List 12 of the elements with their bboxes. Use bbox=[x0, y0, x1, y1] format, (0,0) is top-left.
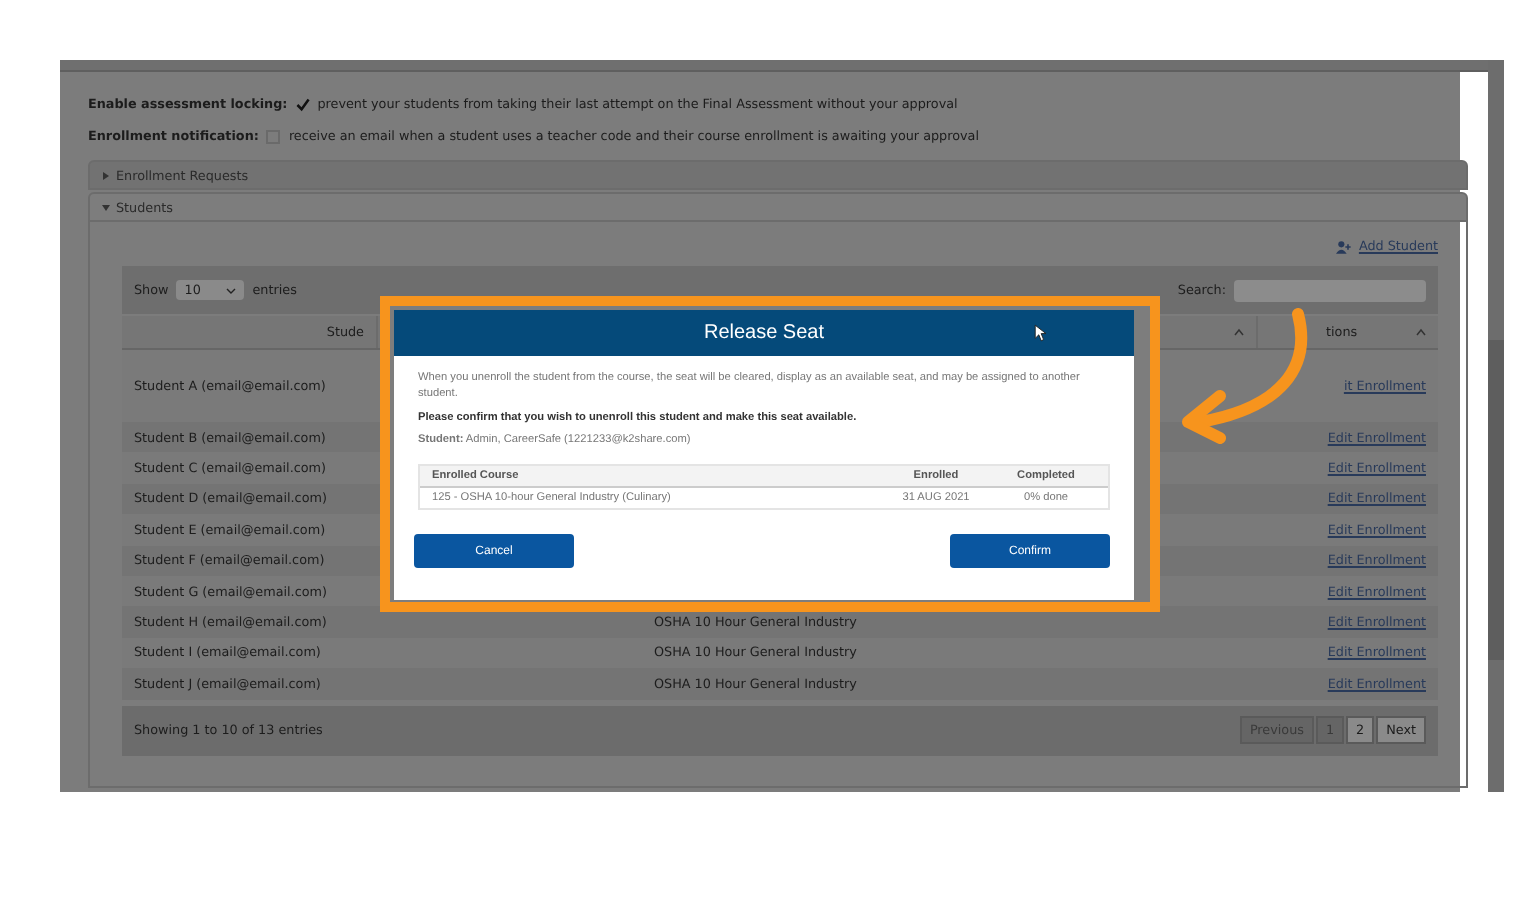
cursor-icon bbox=[1034, 324, 1046, 342]
checkmark-icon bbox=[295, 97, 310, 111]
checkbox[interactable] bbox=[295, 97, 310, 111]
chevron-down-icon bbox=[226, 287, 237, 293]
add-user-icon bbox=[1336, 239, 1353, 253]
caret-right-icon bbox=[102, 171, 110, 179]
sort-icon bbox=[1416, 328, 1426, 336]
sort-icon bbox=[1234, 328, 1244, 336]
scrollbar[interactable] bbox=[1488, 60, 1504, 792]
search-field[interactable] bbox=[1234, 279, 1426, 301]
dialog-title: Release Seat bbox=[394, 310, 1134, 356]
caret-down-icon bbox=[102, 203, 110, 211]
